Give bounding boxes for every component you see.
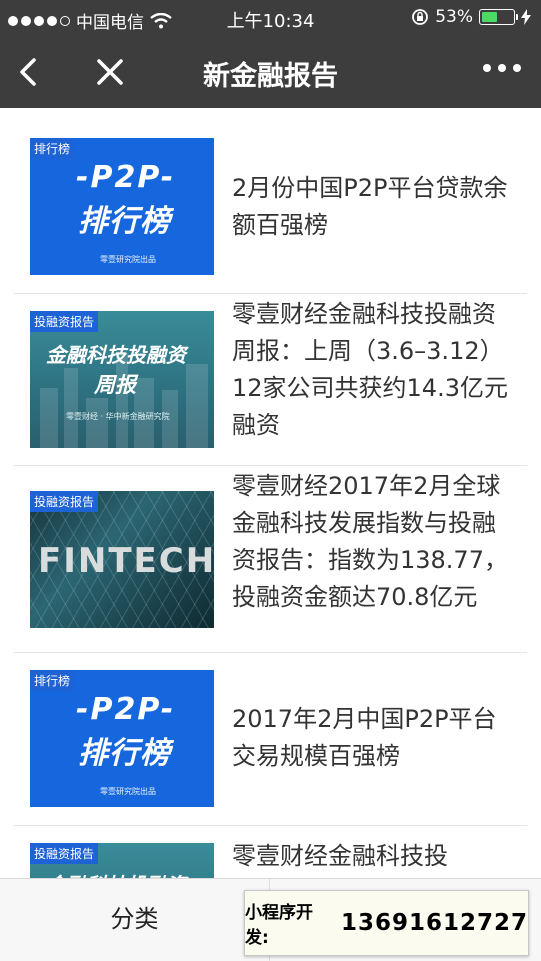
thumb-heading: -P2P- — [76, 692, 176, 727]
battery-percent: 53% — [435, 7, 473, 27]
category-tag: 投融资报告 — [30, 311, 99, 332]
list-item[interactable]: 金融科技投融资 投融资报告 零壹财经金融科技投 — [14, 826, 527, 878]
thumb-credit: 零壹研究院出品 — [100, 255, 156, 264]
orientation-lock-icon — [412, 9, 429, 25]
article-title: 零壹财经金融科技投 — [232, 842, 448, 870]
article-title: 2月份中国P2P平台贷款余额百强榜 — [232, 174, 508, 239]
article-thumbnail: 金融科技投融资 投融资报告 — [30, 843, 214, 878]
article-title: 零壹财经2017年2月全球金融科技发展指数与投融资报告：指数为138.77，投融… — [232, 472, 508, 611]
category-tag: 排行榜 — [30, 670, 75, 691]
thumb-heading: 金融科技投融资 — [46, 869, 186, 878]
promo-phone: 13691612727 — [340, 910, 528, 936]
list-item[interactable]: -P2P- 排行榜 零壹研究院出品 排行榜 2月份中国P2P平台贷款余额百强榜 — [14, 108, 527, 294]
article-thumbnail: FINTECH 投融资报告 — [30, 491, 214, 628]
article-title: 2017年2月中国P2P平台交易规模百强榜 — [232, 705, 497, 770]
list-item[interactable]: 金融科技投融资 周报 零壹财经 · 华中新金融研究院 投融资报告 零壹财经金融科… — [14, 294, 527, 466]
battery-icon — [479, 9, 518, 25]
page-title: 新金融报告 — [203, 61, 338, 92]
thumb-subheading: 排行榜 — [78, 736, 171, 771]
status-bar: 中国电信 上午10:34 53% — [0, 0, 541, 36]
thumb-heading: FINTECH — [38, 541, 214, 581]
nav-bar: 新金融报告 — [0, 36, 541, 108]
category-tag: 排行榜 — [30, 138, 75, 159]
charging-icon — [521, 9, 531, 25]
article-list[interactable]: -P2P- 排行榜 零壹研究院出品 排行榜 2月份中国P2P平台贷款余额百强榜 … — [0, 108, 541, 878]
thumb-subheading: 排行榜 — [78, 204, 171, 239]
category-tag: 投融资报告 — [30, 843, 99, 864]
article-thumbnail: -P2P- 排行榜 零壹研究院出品 排行榜 — [30, 670, 214, 807]
list-item[interactable]: FINTECH 投融资报告 零壹财经2017年2月全球金融科技发展指数与投融资报… — [14, 466, 527, 653]
category-tag: 投融资报告 — [30, 491, 99, 512]
promo-banner[interactable]: 小程序开发: 13691612727 — [244, 890, 529, 956]
more-icon[interactable] — [483, 64, 521, 72]
article-thumbnail: 金融科技投融资 周报 零壹财经 · 华中新金融研究院 投融资报告 — [30, 311, 214, 448]
thumb-heading: -P2P- — [76, 160, 176, 195]
thumb-credit: 零壹财经 · 华中新金融研究院 — [66, 412, 170, 421]
list-item[interactable]: -P2P- 排行榜 零壹研究院出品 排行榜 2017年2月中国P2P平台交易规模… — [14, 653, 527, 826]
thumb-subheading: 周报 — [94, 373, 136, 397]
tab-category[interactable]: 分类 — [0, 879, 270, 961]
article-thumbnail: -P2P- 排行榜 零壹研究院出品 排行榜 — [30, 138, 214, 275]
thumb-credit: 零壹研究院出品 — [100, 787, 156, 796]
battery-group: 53% — [411, 7, 531, 27]
thumb-heading: 金融科技投融资 — [46, 343, 186, 367]
article-title: 零壹财经金融科技投融资周报：上周（3.6–3.12）12家公司共获约14.3亿元… — [232, 300, 508, 439]
promo-label: 小程序开发: — [245, 903, 313, 948]
